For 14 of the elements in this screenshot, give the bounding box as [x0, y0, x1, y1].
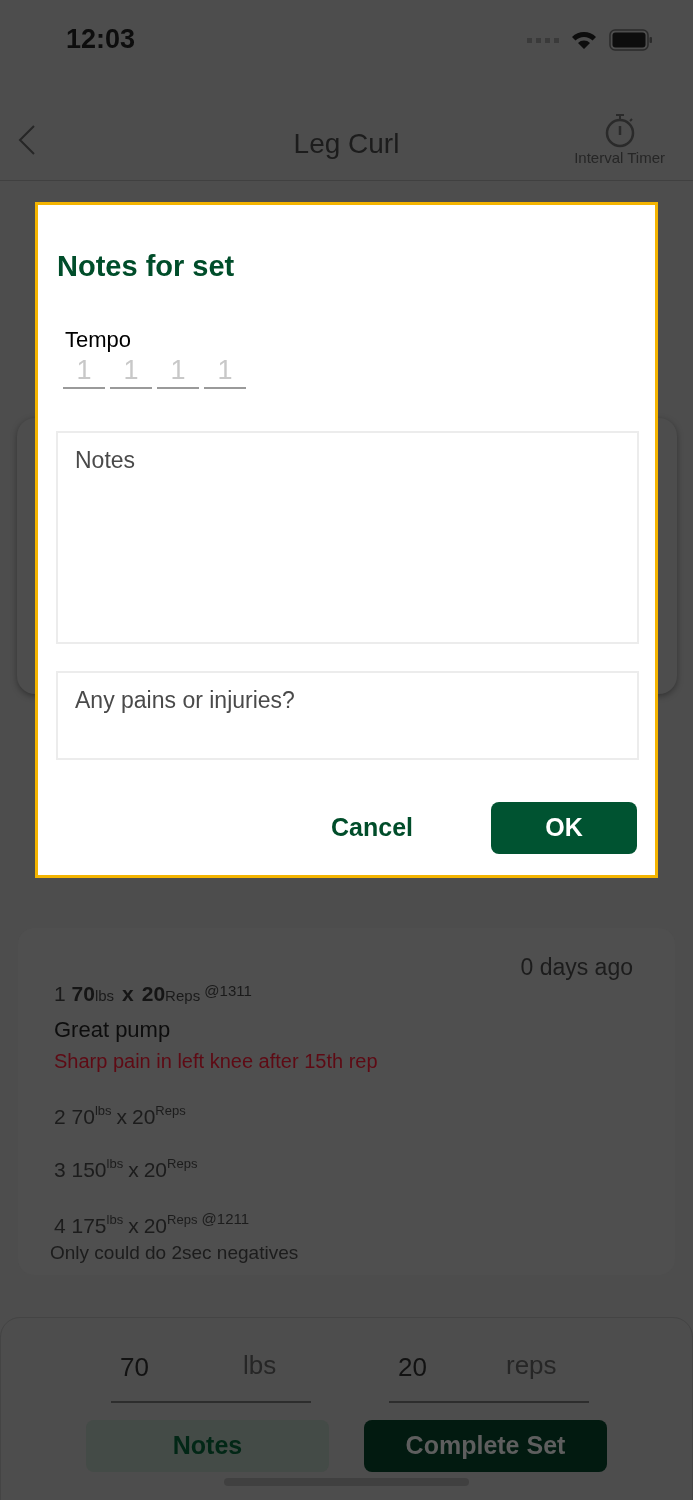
- tempo-label: Tempo: [65, 328, 133, 351]
- injury-note: Sharp pain in left knee after 15th rep: [54, 1048, 378, 1074]
- set-note: Great pump: [54, 1015, 172, 1044]
- notes-field[interactable]: Notes: [56, 430, 639, 644]
- back-button[interactable]: [16, 124, 38, 156]
- battery-icon: [609, 29, 653, 51]
- dialog-title: Notes for set: [57, 249, 236, 284]
- cancel-button[interactable]: Cancel: [331, 808, 413, 847]
- pain-field[interactable]: Any pains or injuries?: [56, 670, 639, 760]
- ok-button[interactable]: OK: [491, 801, 637, 854]
- action-button[interactable]: Notes: [86, 1420, 329, 1472]
- action-button[interactable]: Complete Set: [364, 1420, 607, 1472]
- status-time: 12:03: [66, 22, 136, 56]
- wifi-icon: [571, 30, 597, 50]
